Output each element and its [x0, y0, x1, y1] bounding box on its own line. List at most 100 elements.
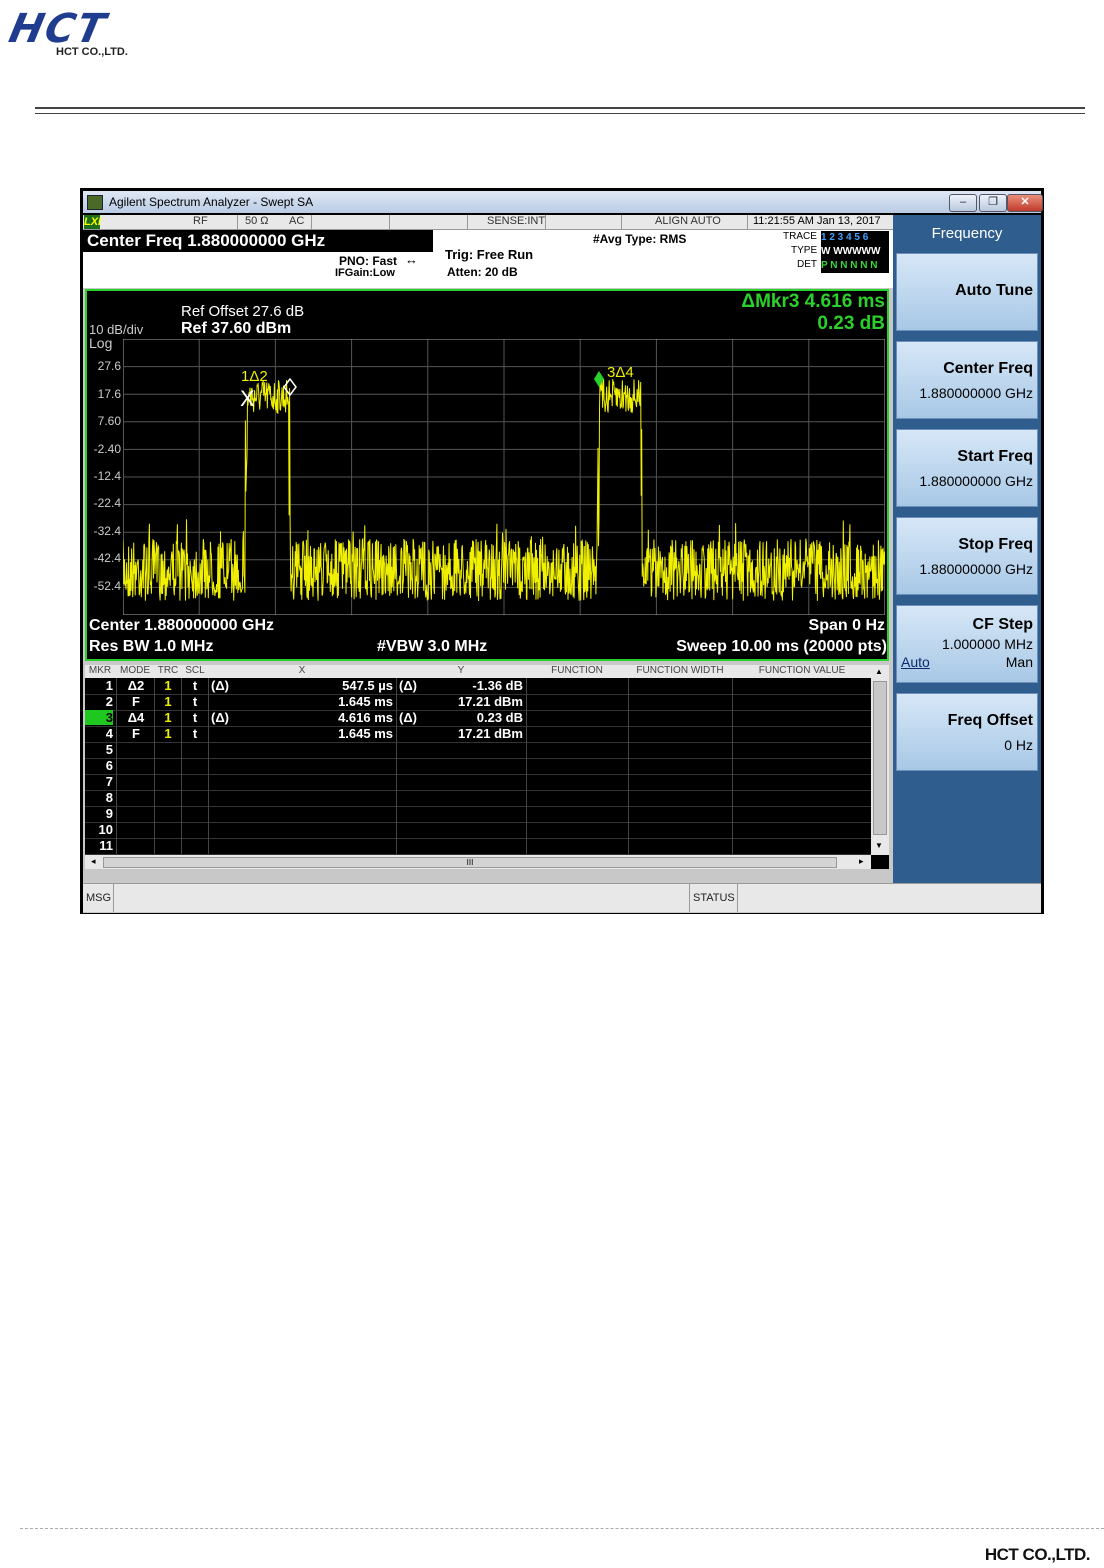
- cell-scl: t: [192, 694, 198, 709]
- marker-label-3: 3Δ4: [607, 364, 634, 381]
- span-label: Span 0 Hz: [808, 617, 885, 634]
- cf-step-label: CF Step: [972, 616, 1033, 633]
- sense-label: SENSE:INT: [487, 215, 546, 227]
- cell-y: 0.23 dB: [476, 710, 523, 725]
- table-row[interactable]: 1 Δ2 1 t (Δ) 547.5 µs (Δ) -1.36 dB: [85, 678, 871, 695]
- start-freq-label: Start Freq: [957, 448, 1033, 465]
- pno-label: PNO: Fast: [339, 254, 398, 268]
- cell-trc: 1: [164, 710, 172, 725]
- y-tick: 17.6: [97, 387, 121, 401]
- cell-y: 17.21 dBm: [457, 726, 523, 741]
- cf-step-button[interactable]: CF Step 1.000000 MHz Auto Man: [896, 605, 1038, 683]
- cell-mkr: 8: [105, 790, 113, 805]
- table-horizontal-scrollbar[interactable]: ◂ III ▸: [85, 855, 871, 869]
- cell-mkr: 9: [105, 806, 113, 821]
- table-header: MKR MODE TRC SCL X Y FUNCTION FUNCTION W…: [85, 665, 871, 678]
- cell-trc: 1: [164, 694, 172, 709]
- cell-mkr: 2: [105, 694, 113, 709]
- trace-label: TRACE: [783, 231, 817, 242]
- cf-step-auto[interactable]: Auto: [901, 654, 930, 670]
- col-y: Y: [457, 665, 465, 676]
- table-row[interactable]: 11: [85, 838, 871, 855]
- center-freq-button[interactable]: Center Freq 1.880000000 GHz: [896, 341, 1038, 419]
- col-function-value: FUNCTION VALUE: [758, 665, 846, 676]
- cell-scl: t: [192, 678, 198, 693]
- center-label: Center 1.880000000 GHz: [89, 617, 274, 634]
- scroll-down-icon[interactable]: ▼: [875, 841, 883, 850]
- marker-table[interactable]: MKR MODE TRC SCL X Y FUNCTION FUNCTION W…: [85, 665, 889, 869]
- minimize-button[interactable]: –: [949, 194, 977, 212]
- table-row[interactable]: 4 F 1 t 1.645 ms 17.21 dBm: [85, 726, 871, 743]
- y-tick: -32.4: [93, 524, 121, 538]
- trace-plot: 1Δ2 3Δ4 X: [123, 339, 885, 615]
- softkey-menu-title: Frequency: [896, 217, 1038, 251]
- scroll-left-icon[interactable]: ◂: [91, 856, 96, 867]
- cell-mkr: 7: [105, 774, 113, 789]
- table-row[interactable]: 6: [85, 758, 871, 775]
- cell-mode: F: [132, 726, 140, 741]
- table-row[interactable]: 9: [85, 806, 871, 823]
- cell-x: 1.645 ms: [338, 726, 393, 741]
- auto-tune-label: Auto Tune: [955, 282, 1033, 299]
- table-row[interactable]: 8: [85, 790, 871, 807]
- center-freq-display: Center Freq 1.880000000 GHz: [83, 230, 433, 252]
- lxi-badge: LXI: [84, 215, 102, 229]
- det-label: DET: [797, 259, 817, 270]
- softkey-panel: Frequency Auto Tune Center Freq 1.880000…: [893, 215, 1041, 883]
- col-function: FUNCTION: [551, 665, 603, 676]
- ifgain-label: IFGain:Low: [335, 267, 395, 279]
- table-row[interactable]: 5: [85, 742, 871, 759]
- analyzer-client: LXI RF 50 Ω AC SENSE:INT ALIGN AUTO 11:2…: [83, 215, 1041, 913]
- type-values: W WWWWW: [821, 245, 889, 259]
- cell-trc: 1: [164, 678, 172, 693]
- y-tick: -22.4: [93, 496, 121, 510]
- footer-rule: [20, 1528, 1104, 1529]
- cell-trc: 1: [164, 726, 172, 741]
- cell-xd: (Δ): [211, 710, 230, 725]
- log-label: Log: [89, 335, 113, 351]
- window-titlebar[interactable]: Agilent Spectrum Analyzer - Swept SA – ❐…: [83, 191, 1043, 213]
- vscroll-thumb[interactable]: [873, 681, 887, 835]
- table-row[interactable]: 2 F 1 t 1.645 ms 17.21 dBm: [85, 694, 871, 711]
- spectrum-graph[interactable]: Ref Offset 27.6 dB Ref 37.60 dBm 10 dB/d…: [85, 289, 889, 661]
- cell-mkr: 10: [98, 822, 113, 837]
- start-freq-button[interactable]: Start Freq 1.880000000 GHz: [896, 429, 1038, 507]
- freq-offset-button[interactable]: Freq Offset 0 Hz: [896, 693, 1038, 771]
- auto-tune-button[interactable]: Auto Tune: [896, 253, 1038, 331]
- col-mode: MODE: [120, 665, 150, 676]
- trace-values: 1 2 3 4 5 6: [821, 231, 889, 245]
- app-icon: [87, 195, 103, 210]
- col-mkr: MKR: [88, 665, 112, 676]
- hscroll-thumb[interactable]: III: [103, 857, 837, 868]
- impedance-label: 50 Ω: [245, 215, 269, 227]
- close-button[interactable]: ✕: [1007, 194, 1043, 212]
- cell-yd: (Δ): [399, 710, 418, 725]
- cell-mkr: 3: [85, 710, 113, 725]
- y-tick: -12.4: [93, 469, 121, 483]
- pno-arrow-icon: ↔: [405, 252, 418, 267]
- delta-marker-label: ΔMkr3 4.616 ms: [741, 291, 885, 312]
- center-freq-label: Center Freq: [943, 360, 1033, 377]
- stop-freq-button[interactable]: Stop Freq 1.880000000 GHz: [896, 517, 1038, 595]
- y-tick: 27.6: [97, 359, 121, 373]
- avg-type-label: #Avg Type: RMS: [593, 232, 687, 246]
- table-vertical-scrollbar[interactable]: ▲ ▼: [871, 665, 889, 855]
- start-freq-value: 1.880000000 GHz: [919, 473, 1033, 489]
- type-label: TYPE: [791, 245, 818, 256]
- cell-x: 1.645 ms: [338, 694, 393, 709]
- scroll-up-icon[interactable]: ▲: [875, 667, 883, 676]
- cell-y: 17.21 dBm: [457, 694, 523, 709]
- marker-x-2-icon[interactable]: X: [240, 386, 255, 411]
- cf-step-man[interactable]: Man: [1006, 654, 1033, 670]
- ref-level-label: Ref 37.60 dBm: [181, 320, 292, 337]
- table-row[interactable]: 10: [85, 822, 871, 839]
- table-row[interactable]: 3 Δ4 1 t (Δ) 4.616 ms (Δ) 0.23 dB: [85, 710, 871, 727]
- freq-offset-label: Freq Offset: [947, 712, 1033, 729]
- ref-offset-label: Ref Offset 27.6 dB: [181, 303, 305, 320]
- table-row[interactable]: 7: [85, 774, 871, 791]
- cell-xd: (Δ): [211, 678, 230, 693]
- atten-label: Atten: 20 dB: [447, 265, 518, 279]
- restore-button[interactable]: ❐: [979, 194, 1007, 212]
- scroll-right-icon[interactable]: ▸: [859, 856, 864, 867]
- cell-mode: Δ2: [127, 678, 145, 693]
